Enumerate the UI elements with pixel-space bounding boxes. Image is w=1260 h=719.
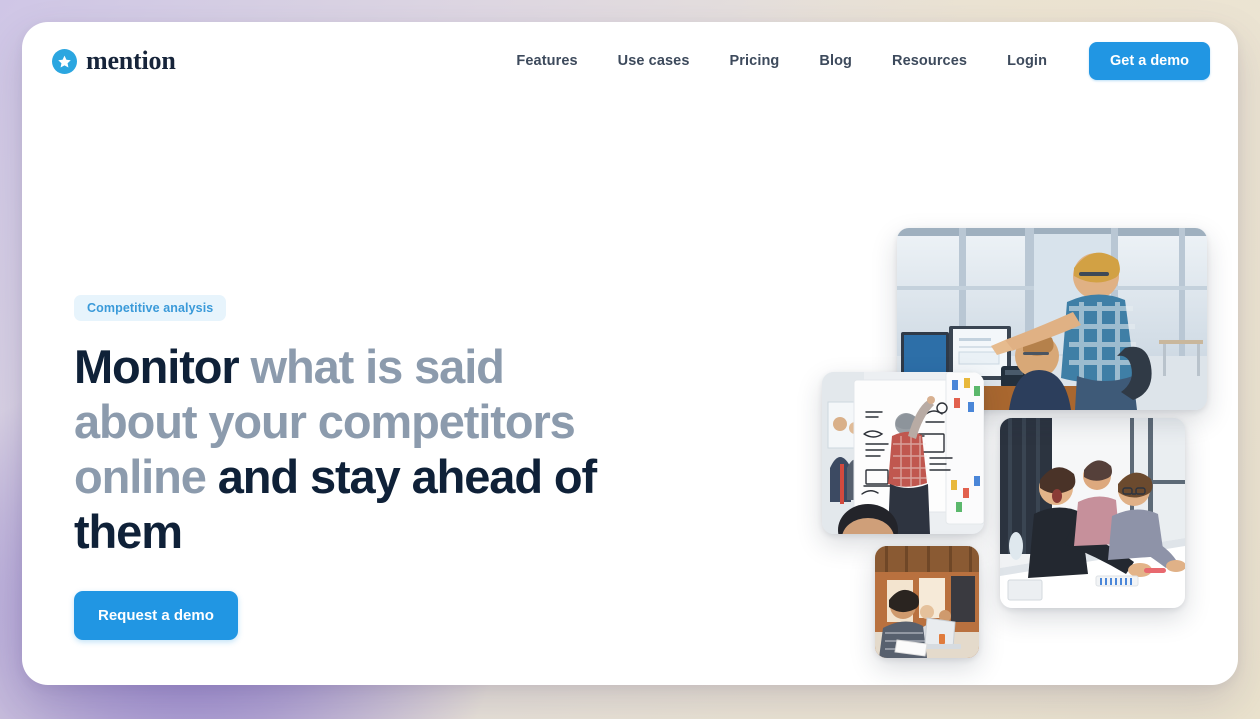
get-a-demo-button[interactable]: Get a demo xyxy=(1089,42,1210,80)
photo-team-meeting-laughing xyxy=(1000,418,1185,608)
hero-photo-collage: GS xyxy=(742,150,1207,670)
nav-item-login[interactable]: Login xyxy=(987,45,1067,77)
brand-logo[interactable]: mention xyxy=(52,48,176,74)
nav-item-pricing[interactable]: Pricing xyxy=(710,45,800,77)
star-in-circle-icon xyxy=(52,48,77,74)
page-card: mention Features Use cases Pricing Blog … xyxy=(22,22,1238,685)
photo-whiteboard-workshop: GS xyxy=(822,372,984,534)
title-segment-dark-lead: Monitor xyxy=(74,340,240,393)
page-title: Monitor what is said about your competit… xyxy=(74,339,634,559)
hero-copy: Competitive analysis Monitor what is sai… xyxy=(74,295,634,640)
site-header: mention Features Use cases Pricing Blog … xyxy=(22,22,1238,100)
nav-item-resources[interactable]: Resources xyxy=(872,45,987,77)
photo-woman-at-laptop xyxy=(875,546,979,658)
nav-item-features[interactable]: Features xyxy=(496,45,597,77)
hero-category-badge: Competitive analysis xyxy=(74,295,227,321)
hero-section: Competitive analysis Monitor what is sai… xyxy=(22,100,1238,685)
brand-name: mention xyxy=(86,46,176,75)
request-a-demo-button[interactable]: Request a demo xyxy=(74,591,238,640)
nav-item-blog[interactable]: Blog xyxy=(799,45,872,77)
nav-item-use-cases[interactable]: Use cases xyxy=(598,45,710,77)
main-navigation: Features Use cases Pricing Blog Resource… xyxy=(496,42,1210,80)
